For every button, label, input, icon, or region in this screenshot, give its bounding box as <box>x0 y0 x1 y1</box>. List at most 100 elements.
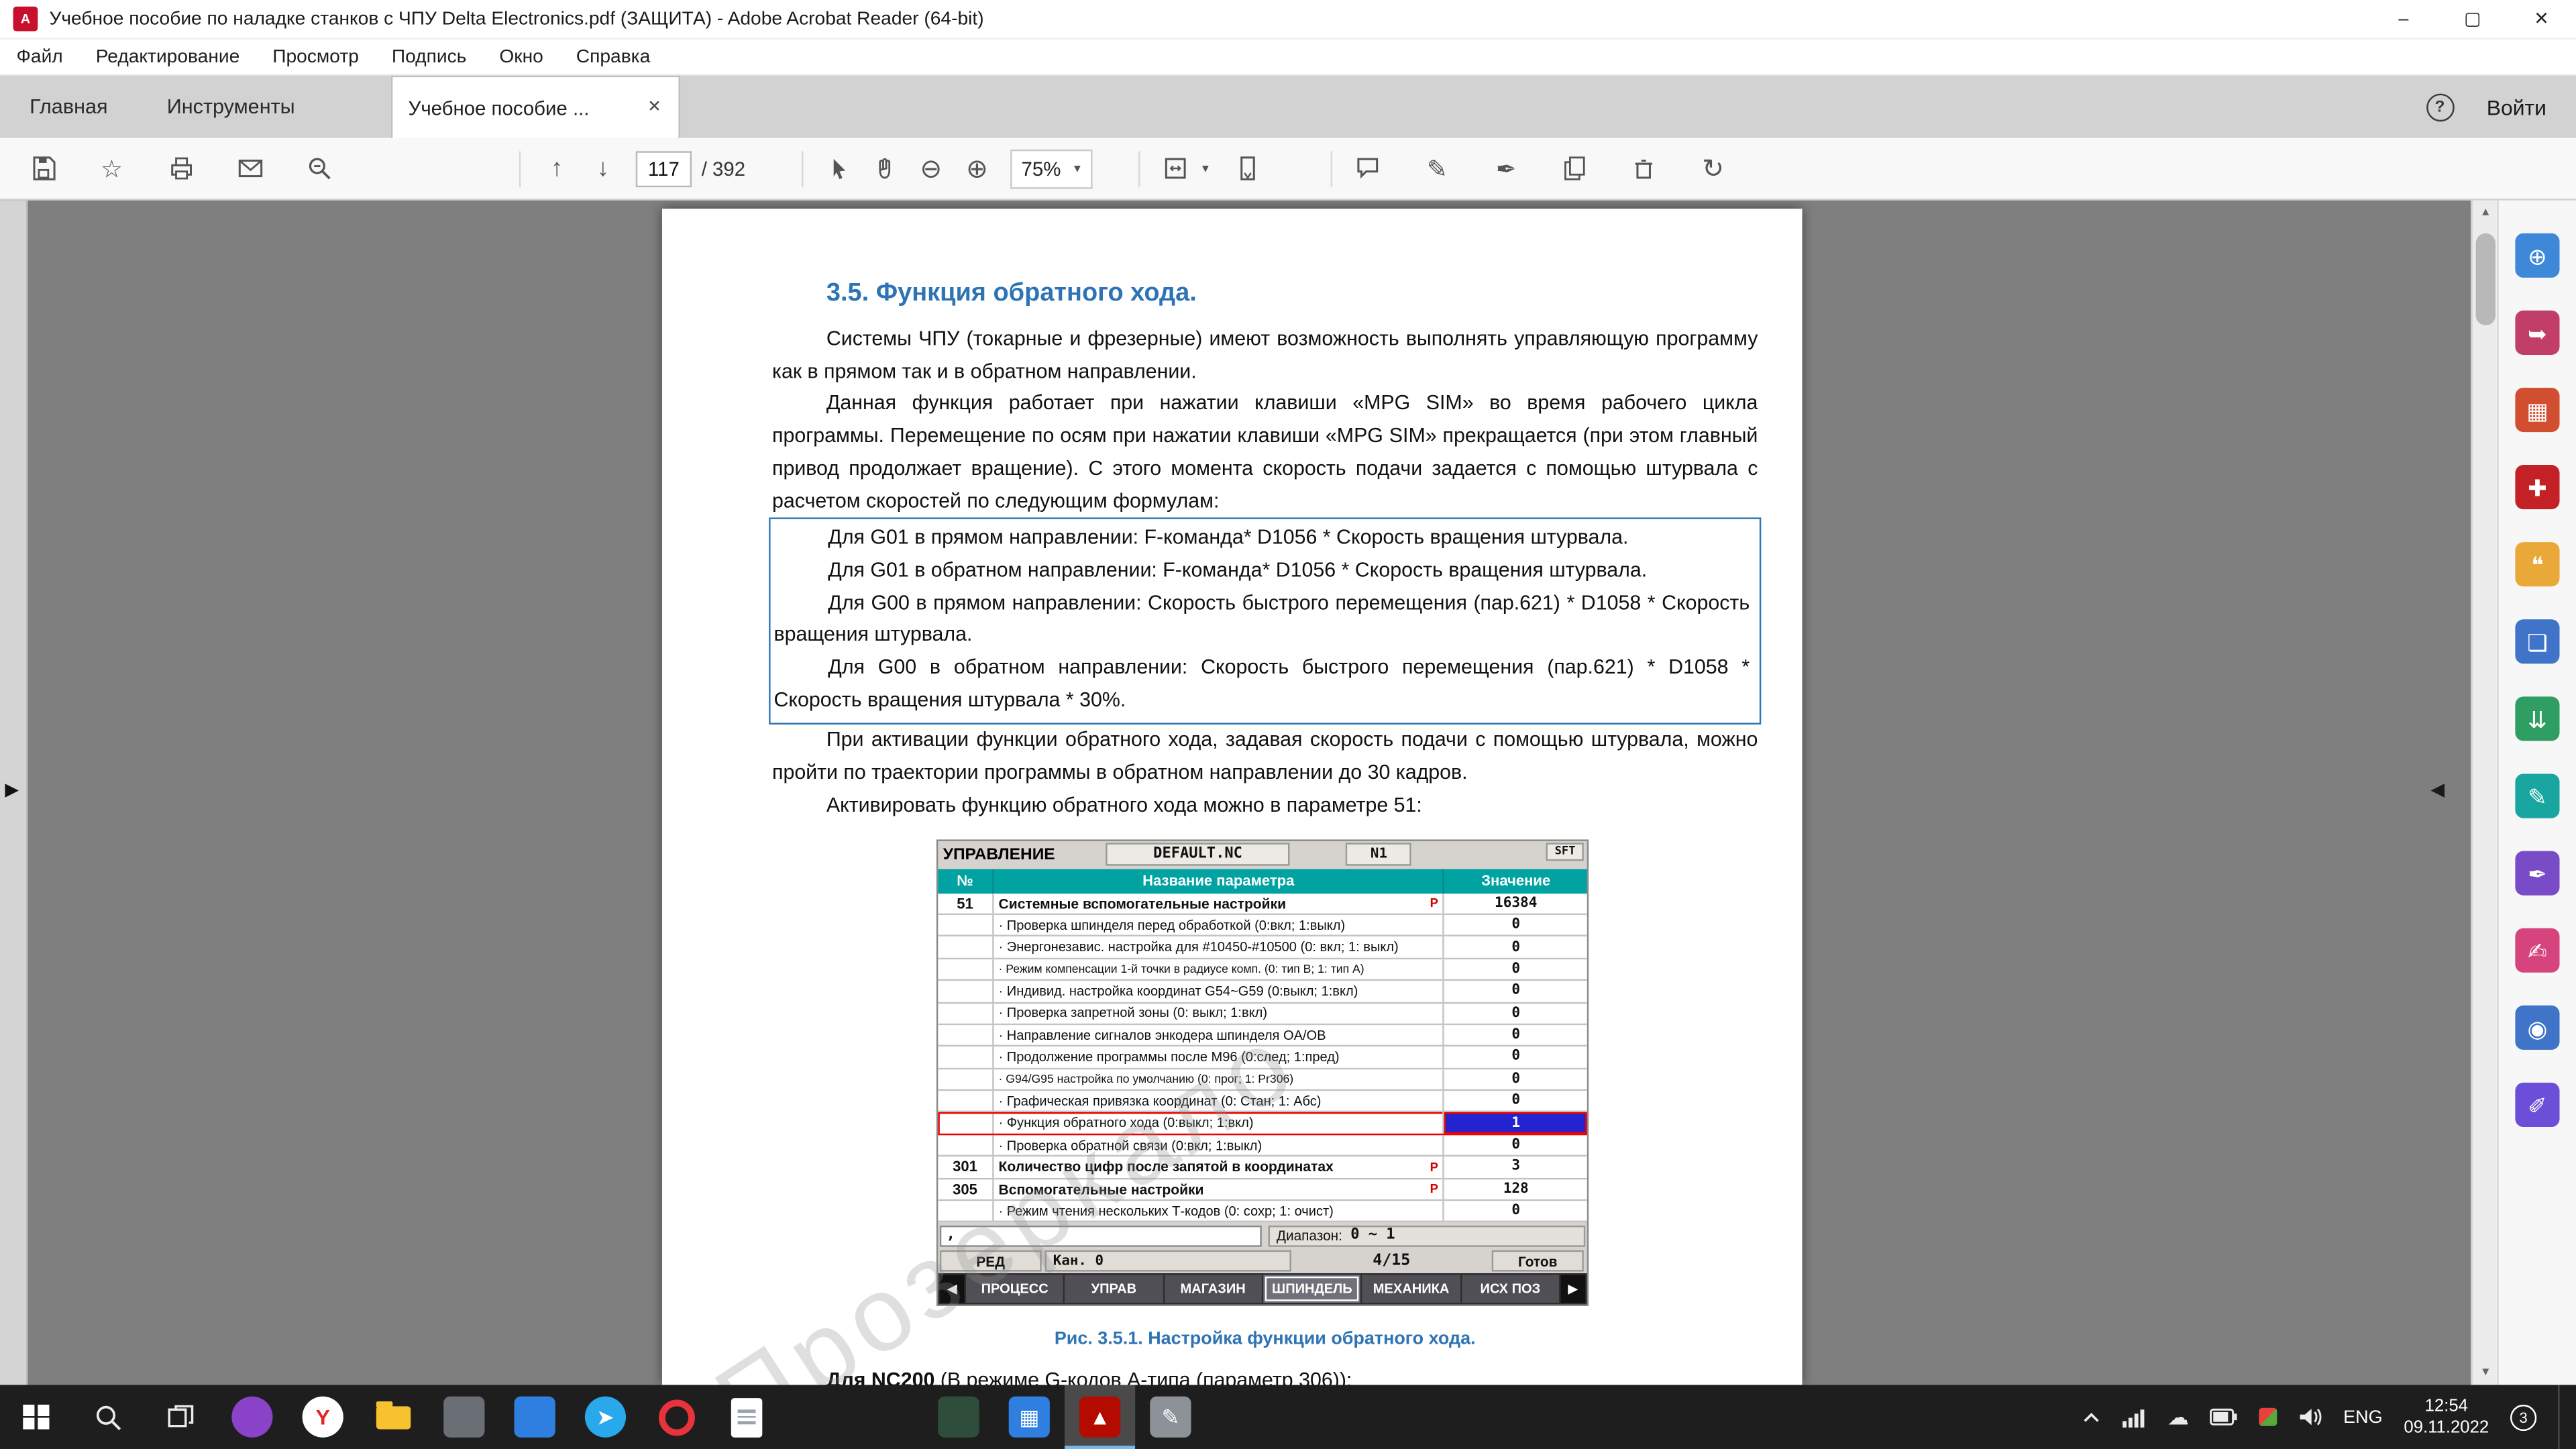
menu-item[interactable]: Окно <box>499 47 543 66</box>
zoom-level-dropdown[interactable]: 75% ▾ <box>1010 149 1092 189</box>
zoom-out-icon[interactable]: ⊖ <box>908 146 955 192</box>
acrobat-reader[interactable]: ▲ <box>1065 1385 1135 1449</box>
scrolling-mode-icon[interactable] <box>1225 146 1271 192</box>
language-indicator[interactable]: ENG <box>2343 1407 2382 1427</box>
tools-pane-toggle-icon[interactable]: ◀ <box>2430 779 2445 800</box>
scrollbar-thumb[interactable] <box>2476 233 2496 325</box>
email-icon[interactable] <box>227 146 273 192</box>
fit-width-icon[interactable] <box>1153 146 1199 192</box>
vertical-scrollbar[interactable]: ▲ ▼ <box>2471 201 2497 1385</box>
network-icon[interactable] <box>2123 1407 2146 1427</box>
volume-icon[interactable] <box>2299 1406 2322 1428</box>
highlight-tool-icon[interactable]: ✎ <box>1414 146 1460 192</box>
zoom-in-icon[interactable]: ⊕ <box>954 146 1000 192</box>
hand-tool-icon[interactable] <box>862 146 908 192</box>
parameter-number <box>938 959 994 979</box>
nav-pane-toggle-icon[interactable]: ▶ <box>5 779 19 800</box>
app-cube-icon <box>938 1397 979 1438</box>
export-pdf-icon[interactable]: ➥ <box>2515 311 2559 355</box>
parameter-number <box>938 1135 994 1155</box>
pen-app[interactable]: ✎ <box>1135 1385 1205 1449</box>
delete-icon[interactable] <box>1621 146 1668 192</box>
organize-pages-icon[interactable]: ▦ <box>2515 388 2559 432</box>
cnc-softkey: ИСХ ПОЗ <box>1462 1275 1559 1303</box>
yandex-browser[interactable]: Y <box>288 1385 358 1449</box>
scroll-up-icon[interactable]: ▲ <box>2473 201 2499 225</box>
parameter-number <box>938 1113 994 1133</box>
parameter-row: · Проверка шпинделя перед обработкой (0:… <box>938 915 1587 937</box>
compress-pdf-icon[interactable]: ⇊ <box>2515 696 2559 741</box>
menu-item[interactable]: Файл <box>16 47 62 66</box>
opera[interactable] <box>641 1385 711 1449</box>
tab-tools[interactable]: Инструменты <box>138 76 325 138</box>
file-explorer[interactable] <box>358 1385 429 1449</box>
fill-sign-icon[interactable]: ✒ <box>2515 851 2559 896</box>
battery-icon[interactable] <box>2210 1408 2239 1426</box>
next-page-icon[interactable]: ↓ <box>580 146 626 192</box>
request-signatures-icon[interactable]: ✍ <box>2515 928 2559 973</box>
document-area: ▶ ◀ 3.5. Функция обратного хода. Системы… <box>0 201 2471 1385</box>
softkey-left-arrow-icon: ◀ <box>940 1275 965 1303</box>
scroll-down-icon[interactable]: ▼ <box>2473 1360 2499 1385</box>
parameter-row: · Индивид. настройка координат G54~G59 (… <box>938 981 1587 1003</box>
combine-files-icon[interactable]: ❏ <box>2515 619 2559 663</box>
chevron-down-icon[interactable]: ▾ <box>1202 161 1209 176</box>
cnc-file-label: DEFAULT.NC <box>1106 843 1290 865</box>
select-tool-icon[interactable] <box>816 146 862 192</box>
tab-home[interactable]: Главная <box>0 76 138 138</box>
app-gray[interactable] <box>429 1385 499 1449</box>
menu-item[interactable]: Просмотр <box>272 47 359 66</box>
menu-item[interactable]: Подпись <box>392 47 466 66</box>
rotate-icon[interactable]: ↻ <box>1690 146 1736 192</box>
show-desktop-button[interactable] <box>2558 1385 2566 1449</box>
parameter-row: · Продолжение программы после M96 (0:сле… <box>938 1047 1587 1069</box>
parameter-number <box>938 1003 994 1023</box>
start-button[interactable] <box>0 1385 72 1449</box>
chevron-up-icon[interactable] <box>2082 1407 2102 1427</box>
app-cube[interactable] <box>923 1385 994 1449</box>
clock[interactable]: 12:54 09.11.2022 <box>2404 1395 2489 1438</box>
menu-item[interactable]: Справка <box>576 47 651 66</box>
app-colorgrid[interactable] <box>782 1385 853 1449</box>
export-pages-icon[interactable] <box>1552 146 1599 192</box>
tab-close-icon[interactable]: ✕ <box>647 99 661 117</box>
comment-tool-icon[interactable] <box>1345 146 1391 192</box>
print-icon[interactable] <box>158 146 204 192</box>
help-icon[interactable]: ? <box>2426 93 2454 121</box>
sign-in-button[interactable]: Войти <box>2487 95 2546 119</box>
app-gray-icon <box>443 1397 484 1438</box>
comment-icon[interactable]: ❝ <box>2515 542 2559 586</box>
parameter-number <box>938 1069 994 1089</box>
app-purple-circle[interactable] <box>217 1385 287 1449</box>
cloud-icon[interactable]: ☁ <box>2167 1404 2189 1430</box>
calculator[interactable]: ▦ <box>994 1385 1065 1449</box>
find-icon[interactable] <box>296 146 342 192</box>
word-document[interactable] <box>711 1385 782 1449</box>
tab-document[interactable]: Учебное пособие ... ✕ <box>390 76 680 138</box>
zoom-tools-icon[interactable]: ⊕ <box>2515 233 2559 278</box>
cnc-channel-label: Кан. 0 <box>1045 1251 1291 1273</box>
app-hive[interactable] <box>853 1385 923 1449</box>
maximize-button[interactable]: ▢ <box>2438 0 2507 38</box>
notifications-icon[interactable]: 3 <box>2510 1404 2536 1430</box>
parameter-value: 0 <box>1445 1069 1587 1089</box>
previous-page-icon[interactable]: ↑ <box>534 146 580 192</box>
create-pdf-icon[interactable]: ✚ <box>2515 465 2559 509</box>
paragraph: Данная функция работает при нажатии клав… <box>772 388 1758 518</box>
save-icon[interactable] <box>19 146 66 192</box>
taskbar-search-button[interactable] <box>72 1385 145 1449</box>
star-icon[interactable]: ☆ <box>89 146 135 192</box>
edit-pdf-icon[interactable]: ✎ <box>2515 773 2559 818</box>
task-view-button[interactable] <box>145 1385 217 1449</box>
page-number-input[interactable] <box>636 150 692 186</box>
minimize-button[interactable]: – <box>2369 0 2438 38</box>
telegram[interactable]: ➤ <box>570 1385 641 1449</box>
app-blue[interactable] <box>499 1385 570 1449</box>
parameter-value: 0 <box>1445 1201 1587 1221</box>
tray-app-icon[interactable] <box>2259 1408 2277 1426</box>
measure-icon[interactable]: ✐ <box>2515 1083 2559 1127</box>
close-button[interactable]: ✕ <box>2507 0 2576 38</box>
menu-item[interactable]: Редактирование <box>96 47 240 66</box>
fill-sign-tool-icon[interactable]: ✒ <box>1483 146 1529 192</box>
stamp-icon[interactable]: ◉ <box>2515 1006 2559 1050</box>
